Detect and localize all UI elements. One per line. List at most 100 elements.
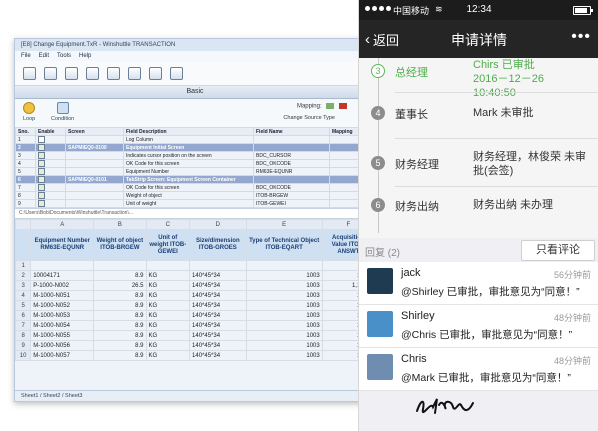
- sheet-tabs[interactable]: Sheet1 / Sheet2 / Sheet3: [15, 390, 375, 401]
- mapping-row[interactable]: 4 OK Code for this screen BDC_OKCODE: [15, 159, 375, 168]
- mapping-row[interactable]: 7 OK Code for this screen BDC_OKCODE: [15, 183, 375, 192]
- column-header[interactable]: E: [245, 219, 323, 230]
- menu-help[interactable]: Help: [79, 51, 91, 61]
- open-icon[interactable]: [44, 66, 57, 80]
- data-cell[interactable]: 140*45*34: [189, 300, 247, 311]
- data-cell[interactable]: 140*45*34: [189, 270, 247, 281]
- field-header-cell[interactable]: Equipment Number RM63E-EQUNR: [30, 229, 95, 261]
- data-cell[interactable]: 8.9: [93, 290, 147, 301]
- only-comments-button[interactable]: 只看评论: [521, 240, 595, 261]
- field-header-cell[interactable]: Size/dimension ITOB-GROES: [189, 229, 247, 261]
- data-cell[interactable]: KG: [145, 290, 191, 301]
- data-cell[interactable]: 1003: [245, 270, 323, 281]
- data-cell[interactable]: M-1000-N051: [30, 290, 95, 301]
- enable-checkbox[interactable]: [38, 192, 45, 199]
- data-cell[interactable]: 1003: [245, 300, 323, 311]
- data-cell[interactable]: 10004171: [30, 270, 95, 281]
- more-icon[interactable]: •••: [571, 28, 591, 46]
- data-cell[interactable]: KG: [145, 350, 191, 361]
- mapping-row[interactable]: 5 Equipment Number RM63E-EQUNR: [15, 167, 375, 176]
- mapping-green-icon[interactable]: [326, 103, 335, 109]
- column-header[interactable]: C: [145, 219, 191, 230]
- data-cell[interactable]: P-1000-N002: [30, 280, 95, 291]
- mapping-row[interactable]: 2 SAPMIEQ0-0100 Equipment Initial Screen: [15, 143, 375, 152]
- mapping-control[interactable]: Mapping:: [297, 103, 347, 110]
- loop-button[interactable]: Loop: [23, 102, 35, 122]
- data-cell[interactable]: 140*45*34: [189, 320, 247, 331]
- avatar[interactable]: [367, 311, 393, 337]
- enable-checkbox[interactable]: [38, 152, 45, 159]
- data-cell[interactable]: KG: [145, 340, 191, 351]
- mapping-row[interactable]: 1 Log Column: [15, 135, 375, 144]
- data-cell[interactable]: KG: [145, 320, 191, 331]
- avatar[interactable]: [367, 354, 393, 380]
- copy-icon[interactable]: [65, 66, 78, 80]
- mapping-row[interactable]: 8 Weight of object ITOB-BRGEW: [15, 191, 375, 200]
- data-cell[interactable]: [189, 260, 247, 271]
- data-cell[interactable]: M-1000-N052: [30, 300, 95, 311]
- comment-item[interactable]: Shirley 48分钟前 @Chris 已审批，审批意见为“同意！”: [359, 305, 598, 348]
- record-icon[interactable]: [149, 66, 162, 80]
- field-header-cell[interactable]: Unit of weight ITOB-GEWEI: [145, 229, 191, 261]
- enable-checkbox[interactable]: [38, 184, 45, 191]
- data-cell[interactable]: [93, 260, 147, 271]
- menu-edit[interactable]: Edit: [39, 51, 49, 61]
- field-header-cell[interactable]: Weight of object ITOB-BRGEW: [93, 229, 147, 261]
- run-icon[interactable]: [128, 66, 141, 80]
- data-cell[interactable]: 140*45*34: [189, 350, 247, 361]
- mapping-row[interactable]: 6 SAPMIEQ0-0101 TabStrip Screen: Equipment…: [15, 175, 375, 184]
- data-cell[interactable]: M-1000-N056: [30, 340, 95, 351]
- data-cell[interactable]: 8.9: [93, 350, 147, 361]
- data-cell[interactable]: 26.5: [93, 280, 147, 291]
- data-cell[interactable]: M-1000-N057: [30, 350, 95, 361]
- enable-checkbox[interactable]: [38, 136, 45, 143]
- enable-checkbox[interactable]: [38, 200, 45, 207]
- data-cell[interactable]: 1003: [245, 310, 323, 321]
- avatar[interactable]: [367, 268, 393, 294]
- new-icon[interactable]: [23, 66, 36, 80]
- data-cell[interactable]: 8.9: [93, 270, 147, 281]
- mapping-red-icon[interactable]: [339, 103, 347, 109]
- enable-checkbox[interactable]: [38, 144, 45, 151]
- data-cell[interactable]: 8.9: [93, 310, 147, 321]
- column-header[interactable]: A: [30, 219, 95, 230]
- data-cell[interactable]: 1003: [245, 280, 323, 291]
- column-header[interactable]: B: [93, 219, 147, 230]
- data-cell[interactable]: M-1000-N054: [30, 320, 95, 331]
- data-cell[interactable]: KG: [145, 280, 191, 291]
- data-cell[interactable]: 1003: [245, 320, 323, 331]
- data-cell[interactable]: KG: [145, 310, 191, 321]
- data-cell[interactable]: 140*45*34: [189, 340, 247, 351]
- data-cell[interactable]: [30, 260, 95, 271]
- data-cell[interactable]: 140*45*34: [189, 330, 247, 341]
- data-cell[interactable]: 1003: [245, 340, 323, 351]
- data-cell[interactable]: 140*45*34: [189, 310, 247, 321]
- data-cell[interactable]: 8.9: [93, 340, 147, 351]
- column-header[interactable]: D: [189, 219, 247, 230]
- data-cell[interactable]: 8.9: [93, 320, 147, 331]
- settings-icon[interactable]: [170, 66, 183, 80]
- data-cell[interactable]: 8.9: [93, 300, 147, 311]
- mapping-row[interactable]: 3 Indicates cursor position on the screen…: [15, 151, 375, 160]
- data-cell[interactable]: KG: [145, 270, 191, 281]
- data-cell[interactable]: [145, 260, 191, 271]
- mapping-row[interactable]: 9 Unit of weight ITOB-GEWEI: [15, 199, 375, 208]
- field-header-cell[interactable]: Type of Technical Object ITOB-EQART: [245, 229, 323, 261]
- data-cell[interactable]: 140*45*34: [189, 280, 247, 291]
- data-cell[interactable]: M-1000-N053: [30, 310, 95, 321]
- save-icon[interactable]: [86, 66, 99, 80]
- menu-file[interactable]: File: [21, 51, 31, 61]
- menu-tools[interactable]: Tools: [57, 51, 71, 61]
- data-cell[interactable]: KG: [145, 330, 191, 341]
- data-cell[interactable]: [245, 260, 323, 271]
- condition-button[interactable]: Condition: [51, 102, 74, 122]
- data-cell[interactable]: M-1000-N055: [30, 330, 95, 341]
- data-cell[interactable]: 1003: [245, 330, 323, 341]
- data-cell[interactable]: 8.9: [93, 330, 147, 341]
- enable-checkbox[interactable]: [38, 176, 45, 183]
- comment-item[interactable]: jack 56分钟前 @Shirley 已审批，审批意见为“同意！”: [359, 262, 598, 305]
- comment-item[interactable]: Chris 48分钟前 @Mark 已审批，审批意见为“同意！”: [359, 348, 598, 391]
- data-cell[interactable]: 1003: [245, 350, 323, 361]
- data-cell[interactable]: 140*45*34: [189, 290, 247, 301]
- enable-checkbox[interactable]: [38, 160, 45, 167]
